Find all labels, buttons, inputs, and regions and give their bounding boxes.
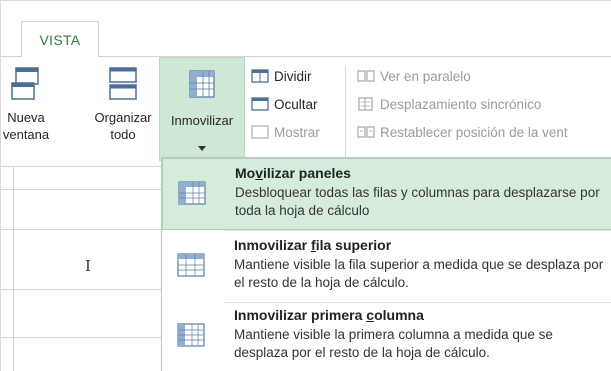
grid-row-line [1, 189, 161, 190]
sync-scroll-label: Desplazamiento sincrónico [380, 96, 542, 112]
menu-item-title: Inmovilizar fila superior [234, 237, 392, 253]
menu-item-description: Mantiene visible la primera columna a me… [234, 327, 553, 360]
excel-window: VISTA Nueva ventana Organizar todo Inmov… [0, 0, 611, 371]
sync-scroll-icon [358, 97, 373, 111]
ribbon-tab-row: VISTA [1, 1, 611, 57]
ribbon-panel: Nueva ventana Organizar todo Inmovilizar… [1, 57, 611, 167]
freeze-panes-icon [189, 70, 215, 98]
grid-row-line [1, 289, 161, 290]
side-by-side-button[interactable]: Ver en paralelo [357, 65, 471, 87]
menu-item-freeze-first-column[interactable]: Inmovilizar primera columna Mantiene vis… [162, 301, 611, 371]
arrange-all-label-1: Organizar [94, 110, 152, 125]
chevron-down-icon [198, 146, 206, 151]
menu-item-title: Movilizar paneles [235, 165, 351, 181]
new-window-label-2: ventana [2, 127, 50, 142]
menu-item-description: Mantiene visible la fila superior a medi… [234, 257, 604, 290]
grid-row-line [1, 229, 161, 230]
side-by-side-label: Ver en paralelo [380, 68, 471, 84]
reset-window-icon [357, 126, 375, 138]
hide-icon [251, 97, 269, 111]
reset-window-position-button[interactable]: Restablecer posición de la vent [357, 121, 568, 143]
arrange-all-button[interactable]: Organizar todo [87, 57, 159, 161]
text-cursor: I [85, 257, 91, 275]
hide-label: Ocultar [274, 96, 318, 112]
freeze-first-column-icon [177, 323, 205, 347]
freeze-panes-button[interactable]: Inmovilizar [159, 57, 245, 161]
tab-vista[interactable]: VISTA [21, 21, 99, 57]
grid-column-line [13, 167, 14, 371]
split-label: Dividir [274, 68, 312, 84]
arrange-all-icon [109, 67, 137, 100]
reset-window-position-label: Restablecer posición de la vent [380, 124, 568, 140]
arrange-all-label-2: todo [110, 127, 136, 142]
new-window-button[interactable]: Nueva ventana [1, 57, 51, 161]
new-window-icon [11, 67, 39, 100]
menu-item-freeze-top-row[interactable]: Inmovilizar fila superior Mantiene visib… [162, 231, 611, 303]
menu-item-unfreeze-panes[interactable]: Movilizar paneles Desbloquear todas las … [162, 158, 611, 230]
split-icon [251, 69, 269, 83]
unfreeze-panes-icon [178, 181, 206, 205]
freeze-top-row-icon [177, 253, 205, 277]
hide-button[interactable]: Ocultar [251, 93, 318, 115]
ribbon-separator [345, 65, 346, 159]
menu-item-title: Inmovilizar primera columna [234, 307, 424, 323]
freeze-panes-label: Inmovilizar [170, 113, 234, 128]
freeze-panes-menu: Movilizar paneles Desbloquear todas las … [161, 157, 611, 371]
unhide-label: Mostrar [274, 124, 320, 140]
menu-item-description: Desbloquear todas las filas y columnas p… [235, 185, 600, 218]
grid-row-line [1, 337, 161, 338]
new-window-label-1: Nueva [7, 110, 45, 125]
sync-scroll-button[interactable]: Desplazamiento sincrónico [357, 93, 541, 115]
unhide-icon [251, 125, 269, 139]
unhide-button[interactable]: Mostrar [251, 121, 320, 143]
side-by-side-icon [357, 70, 375, 82]
split-button[interactable]: Dividir [251, 65, 312, 87]
